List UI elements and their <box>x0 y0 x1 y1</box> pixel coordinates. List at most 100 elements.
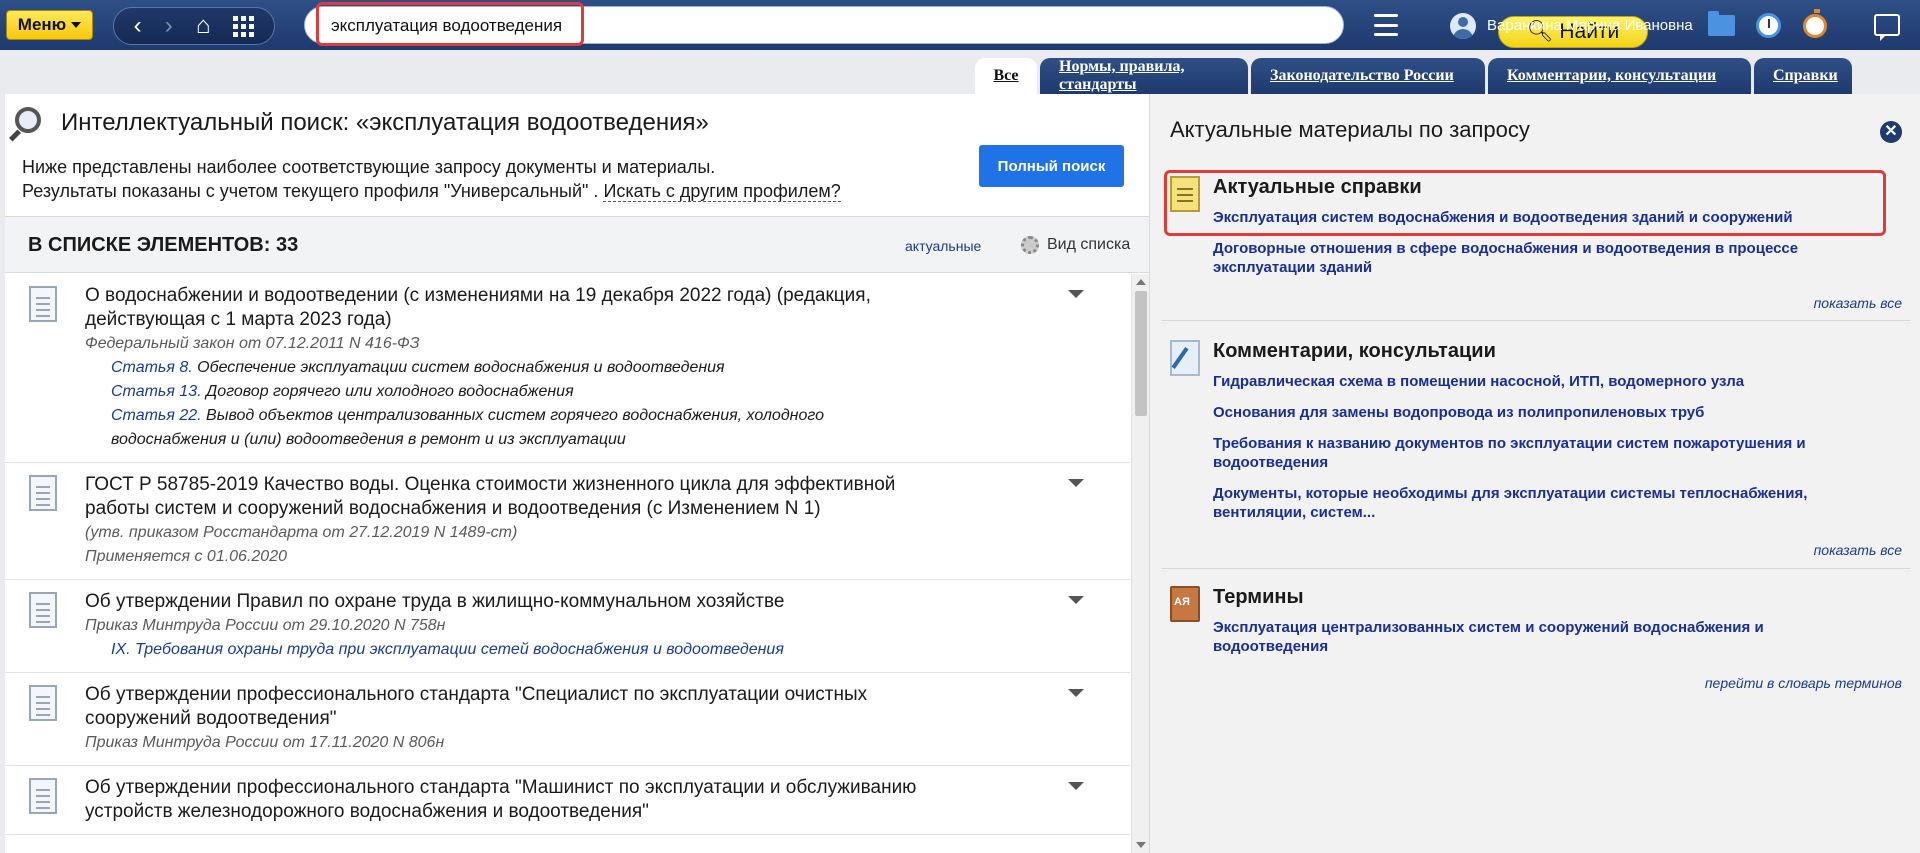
reference-icon <box>1170 176 1200 212</box>
page-title: Интеллектуальный поиск: «эксплуатация во… <box>61 109 709 136</box>
actual-filter-link[interactable]: актуальные <box>905 238 981 254</box>
document-title[interactable]: Об утверждении профессионального стандар… <box>85 683 965 731</box>
tab-comments[interactable]: Комментарии, консультации <box>1488 58 1751 94</box>
article-text: Обеспечение эксплуатации систем водоснаб… <box>192 359 725 376</box>
search-results-panel: Интеллектуальный поиск: «эксплуатация во… <box>5 94 1149 853</box>
article-text: Вывод объектов централизованных систем г… <box>111 407 824 448</box>
tab-all[interactable]: Все <box>975 58 1037 94</box>
back-arrow-icon[interactable]: ‹ <box>134 14 142 38</box>
section-title: Комментарии, консультации <box>1213 340 1496 362</box>
section-links: Эксплуатация централизованных систем и с… <box>1213 618 1873 668</box>
section-actual-references: Актуальные справки Эксплуатация систем в… <box>1170 176 1910 316</box>
section-links: Эксплуатация систем водоснабжения и водо… <box>1213 208 1873 289</box>
comment-pen-icon <box>1170 340 1200 376</box>
section-comments: Комментарии, консультации Гидравлическая… <box>1170 340 1910 540</box>
hamburger-menu-icon[interactable] <box>1374 14 1398 36</box>
section-link[interactable]: IX. Требования охраны труда при эксплуат… <box>85 638 1130 662</box>
expand-arrow-icon[interactable] <box>1068 479 1084 487</box>
document-icon <box>29 286 57 322</box>
navigation-group: ‹ › ⌂ <box>113 7 275 45</box>
user-avatar-icon[interactable] <box>1450 13 1476 39</box>
list-item: Об утверждении профессионального стандар… <box>5 673 1130 766</box>
article-text: Договор горячего или холодного водоснабж… <box>201 383 574 400</box>
document-icon <box>29 685 57 721</box>
stopwatch-icon[interactable] <box>1803 9 1827 38</box>
scroll-thumb[interactable] <box>1135 291 1147 416</box>
dictionary-link[interactable]: перейти в словарь терминов <box>1705 675 1902 691</box>
list-count: В СПИСКЕ ЭЛЕМЕНТОВ: 33 <box>28 234 298 257</box>
top-toolbar: Меню ‹ › ⌂ 🔍︎ Найти Варанкина Марина Ива… <box>0 0 1920 50</box>
document-title[interactable]: Об утверждении профессионального стандар… <box>85 776 965 824</box>
results-scrollbar[interactable] <box>1131 274 1149 853</box>
list-item: Об утверждении Правил по охране труда в … <box>5 580 1130 673</box>
forward-arrow-icon[interactable]: › <box>165 14 173 38</box>
full-search-button[interactable]: Полный поиск <box>979 145 1124 187</box>
search-description: Ниже представлены наиболее соответствующ… <box>22 155 841 203</box>
divider <box>1162 320 1910 321</box>
scroll-up-icon[interactable] <box>1136 279 1146 285</box>
gear-icon[interactable] <box>1021 236 1039 254</box>
document-title[interactable]: Об утверждении Правил по охране труда в … <box>85 590 965 614</box>
list-item: О водоснабжении и водоотведении (с измен… <box>5 274 1130 463</box>
count-value: 33 <box>275 234 299 256</box>
expand-arrow-icon[interactable] <box>1068 782 1084 790</box>
expand-arrow-icon[interactable] <box>1068 290 1084 298</box>
document-subtitle: Приказ Минтруда России от 17.11.2020 N 8… <box>85 734 445 751</box>
document-subtitle: (утв. приказом Росстандарта от 27.12.201… <box>85 524 518 541</box>
search-bar: 🔍︎ Найти <box>304 6 1648 48</box>
document-status: Применяется с 01.06.2020 <box>85 548 287 565</box>
category-tabs: Все Нормы, правила, стандарты Законодате… <box>975 58 1852 94</box>
document-subtitle: Федеральный закон от 07.12.2011 N 416-ФЗ <box>85 335 420 352</box>
search-input[interactable] <box>317 8 882 44</box>
document-icon <box>29 778 57 814</box>
tab-references[interactable]: Справки <box>1754 58 1852 94</box>
tab-legislation[interactable]: Законодательство России <box>1251 58 1485 94</box>
related-materials-panel: Актуальные материалы по запросу ✕ Актуал… <box>1149 94 1920 853</box>
section-title: Термины <box>1213 586 1304 608</box>
show-all-link[interactable]: показать все <box>1814 295 1902 311</box>
document-title[interactable]: О водоснабжении и водоотведении (с измен… <box>85 284 965 332</box>
search-header: Интеллектуальный поиск: «эксплуатация во… <box>5 94 1149 216</box>
reference-link[interactable]: Эксплуатация систем водоснабжения и водо… <box>1213 208 1873 227</box>
expand-arrow-icon[interactable] <box>1068 596 1084 604</box>
home-icon[interactable]: ⌂ <box>196 14 211 38</box>
document-icon <box>29 475 57 511</box>
folder-icon[interactable] <box>1708 11 1735 36</box>
document-list: О водоснабжении и водоотведении (с измен… <box>5 274 1130 853</box>
scroll-down-icon[interactable] <box>1136 842 1146 848</box>
reference-link[interactable]: Договорные отношения в сфере водоснабжен… <box>1213 239 1873 277</box>
history-clock-icon[interactable] <box>1756 13 1781 38</box>
user-name[interactable]: Варанкина Марина Ивановна <box>1487 17 1693 34</box>
article-link[interactable]: Статья 13. <box>111 383 202 400</box>
document-subtitle: Приказ Минтруда России от 29.10.2020 N 7… <box>85 617 446 634</box>
other-profile-link[interactable]: Искать с другим профилем? <box>603 181 841 202</box>
consultation-link[interactable]: Требования к названию документов по эксп… <box>1213 434 1873 472</box>
count-label: В СПИСКЕ ЭЛЕМЕНТОВ: <box>28 234 271 256</box>
apps-grid-icon[interactable] <box>233 15 255 37</box>
article-link[interactable]: Статья 8. <box>111 359 193 376</box>
list-item: ГОСТ Р 58785-2019 Качество воды. Оценка … <box>5 463 1130 580</box>
document-article: Статья 13. Договор горячего или холодног… <box>85 380 935 404</box>
section-terms: Термины Эксплуатация централизованных си… <box>1170 586 1910 676</box>
document-title[interactable]: ГОСТ Р 58785-2019 Качество воды. Оценка … <box>85 473 965 521</box>
consultation-link[interactable]: Основания для замены водопровода из поли… <box>1213 403 1873 422</box>
consultation-link[interactable]: Документы, которые необходимы для эксплу… <box>1213 484 1873 522</box>
chat-icon[interactable] <box>1874 14 1900 41</box>
show-all-link[interactable]: показать все <box>1814 542 1902 558</box>
menu-button[interactable]: Меню <box>6 10 93 40</box>
term-link[interactable]: Эксплуатация централизованных систем и с… <box>1213 618 1873 656</box>
list-item: Об утверждении профессионального стандар… <box>5 766 1130 835</box>
document-article: Статья 8. Обеспечение эксплуатации систе… <box>85 356 935 380</box>
panel-title: Актуальные материалы по запросу <box>1170 117 1530 142</box>
description-line-2: Результаты показаны с учетом текущего пр… <box>22 179 841 203</box>
list-header: В СПИСКЕ ЭЛЕМЕНТОВ: 33 актуальные Вид сп… <box>5 216 1149 273</box>
consultation-link[interactable]: Гидравлическая схема в помещении насосно… <box>1213 372 1873 391</box>
close-icon[interactable]: ✕ <box>1880 121 1902 143</box>
tab-norms[interactable]: Нормы, правила, стандарты <box>1040 58 1248 94</box>
expand-arrow-icon[interactable] <box>1068 689 1084 697</box>
view-list-button[interactable]: Вид списка <box>1047 236 1130 254</box>
section-title: Актуальные справки <box>1213 176 1422 198</box>
description-line-1: Ниже представлены наиболее соответствующ… <box>22 157 716 177</box>
article-link[interactable]: Статья 22. <box>111 407 202 424</box>
divider <box>1162 568 1910 569</box>
